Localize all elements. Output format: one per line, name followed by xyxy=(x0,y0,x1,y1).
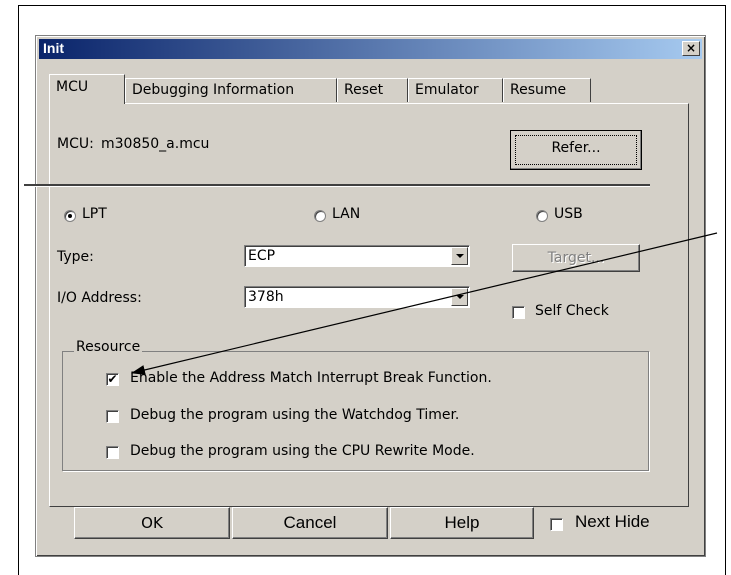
annotation-arrow xyxy=(131,232,718,375)
